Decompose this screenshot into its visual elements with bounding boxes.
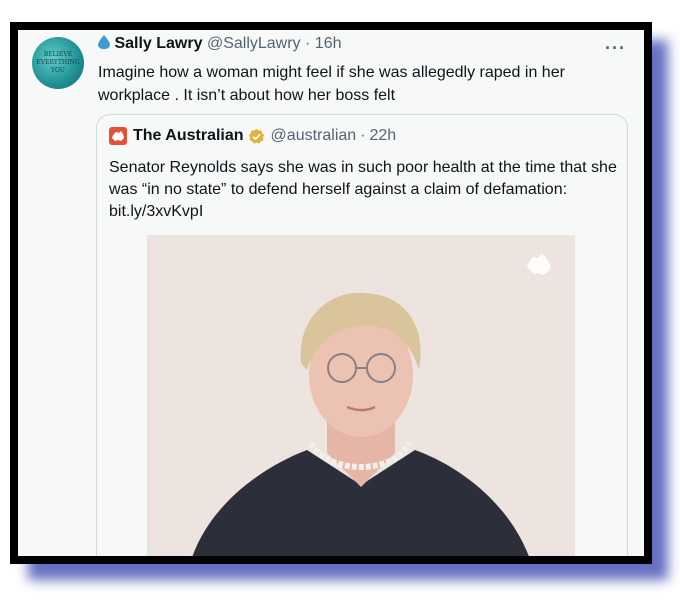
quoted-author-handle[interactable]: @australian xyxy=(271,127,357,145)
tweet-text: Imagine how a woman might feel if she wa… xyxy=(98,64,565,104)
gold-verified-badge-icon xyxy=(248,128,264,144)
water-drop-icon xyxy=(98,35,110,49)
quoted-tweet-text: Senator Reynolds says she was in such po… xyxy=(109,159,617,220)
more-options-icon[interactable]: ··· xyxy=(605,38,626,59)
the-australian-logo-icon[interactable] xyxy=(109,127,127,145)
tweet-card[interactable]: BELIEVE EVERYTHING YOU Sally Lawry @Sall… xyxy=(18,30,644,556)
article-photo[interactable] xyxy=(147,235,575,556)
avatar-text-line: BELIEVE xyxy=(43,51,73,58)
separator-dot: · xyxy=(360,127,366,144)
quoted-tweet-header: The Australian @australian · 22h xyxy=(109,127,396,145)
avatar-text-line: YOU xyxy=(51,67,65,74)
quoted-author-name[interactable]: The Australian xyxy=(133,127,244,145)
quoted-tweet-time[interactable]: 22h xyxy=(370,127,397,145)
separator-dot: · xyxy=(305,35,311,52)
tweet-header: Sally Lawry @SallyLawry · 16h xyxy=(98,35,342,53)
avatar-text-line: EVERYTHING xyxy=(36,59,80,66)
avatar[interactable]: BELIEVE EVERYTHING YOU xyxy=(32,37,84,89)
author-name[interactable]: Sally Lawry xyxy=(114,35,202,52)
author-handle[interactable]: @SallyLawry xyxy=(207,35,301,52)
tweet-time[interactable]: 16h xyxy=(315,35,342,52)
quoted-tweet[interactable]: The Australian @australian · 22h Senator… xyxy=(96,114,628,556)
